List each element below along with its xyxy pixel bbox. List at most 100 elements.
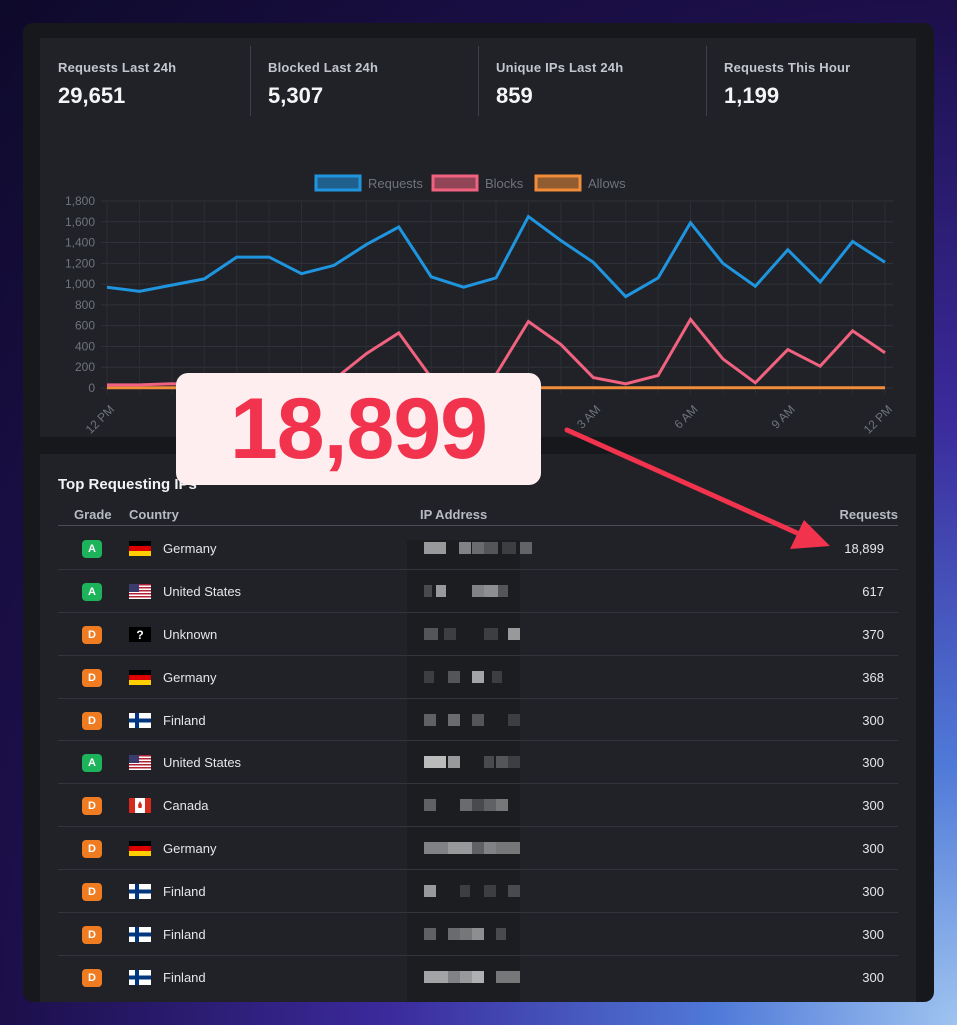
request-count: 617 xyxy=(862,583,884,599)
table-header: Grade Country IP Address Requests xyxy=(58,506,898,526)
grade-badge: D xyxy=(82,797,102,816)
table-row[interactable]: A Germany 18,899 xyxy=(58,527,898,570)
y-tick-label: 200 xyxy=(75,360,95,374)
legend-swatch xyxy=(431,174,479,192)
ip-address-redacted xyxy=(424,882,534,900)
grade-badge: D xyxy=(82,625,102,644)
request-count: 300 xyxy=(862,755,884,771)
country-name: United States xyxy=(163,755,242,771)
stat-label: Requests This Hour xyxy=(724,60,851,75)
country-name: Germany xyxy=(163,841,217,857)
y-tick-label: 1,400 xyxy=(65,236,95,250)
y-tick-label: 800 xyxy=(75,298,95,312)
callout-value: 18,899 xyxy=(229,381,488,477)
request-count: 300 xyxy=(862,969,884,985)
highlight-callout: 18,899 xyxy=(176,373,541,485)
y-tick-label: 1,000 xyxy=(65,277,95,291)
request-count: 300 xyxy=(862,712,884,728)
germany-flag-icon xyxy=(129,541,151,556)
legend-swatch xyxy=(314,174,362,192)
grade-badge: A xyxy=(82,754,102,773)
table-row[interactable]: A United States 300 xyxy=(58,741,898,785)
header-requests[interactable]: Requests xyxy=(839,507,898,522)
country-name: Finland xyxy=(163,969,206,985)
table-row[interactable]: A United States 617 xyxy=(58,570,898,613)
grade-badge: D xyxy=(82,968,102,987)
finland-flag-icon xyxy=(129,969,151,985)
stats-bar: Requests Last 24h 29,651 Blocked Last 24… xyxy=(40,38,916,150)
y-tick-label: 400 xyxy=(75,339,95,353)
ip-address-redacted xyxy=(424,753,534,771)
stat-requests-24h: Requests Last 24h 29,651 xyxy=(40,38,250,150)
header-ip[interactable]: IP Address xyxy=(420,507,487,522)
stat-label: Blocked Last 24h xyxy=(268,60,379,75)
request-count: 300 xyxy=(862,841,884,857)
dashboard-panel: Requests Last 24h 29,651 Blocked Last 24… xyxy=(23,23,934,1002)
finland-flag-icon xyxy=(129,927,151,943)
legend-label: Requests xyxy=(368,176,423,191)
request-count: 18,899 xyxy=(844,541,884,556)
germany-flag-icon xyxy=(129,669,151,685)
country-name: Unknown xyxy=(163,626,218,642)
ip-address-redacted xyxy=(424,968,534,986)
country-name: Finland xyxy=(163,712,206,728)
x-tick-label: 12 PM xyxy=(861,402,895,436)
ip-address-redacted xyxy=(424,925,534,943)
country-name: Canada xyxy=(163,798,209,814)
header-country[interactable]: Country xyxy=(129,507,179,522)
grade-badge: D xyxy=(82,926,102,945)
country-name: Germany xyxy=(163,669,217,685)
usa-flag-icon xyxy=(129,755,151,771)
stat-divider xyxy=(706,46,707,116)
header-grade[interactable]: Grade xyxy=(74,507,112,522)
country-name: United States xyxy=(163,583,242,599)
stat-label: Requests Last 24h xyxy=(58,60,177,75)
y-tick-label: 1,800 xyxy=(65,194,95,208)
country-name: Germany xyxy=(163,541,217,556)
grade-badge: A xyxy=(82,582,102,601)
unknown-flag-icon: ? xyxy=(129,626,151,642)
ip-address-redacted xyxy=(424,796,534,814)
grade-badge: A xyxy=(82,540,102,558)
request-count: 300 xyxy=(862,884,884,900)
ip-address-redacted xyxy=(424,582,534,600)
ip-address-redacted xyxy=(424,668,534,686)
table-row[interactable]: D Finland 300 xyxy=(58,956,898,999)
stat-divider xyxy=(250,46,251,116)
table-row[interactable]: D Finland 300 xyxy=(58,699,898,742)
request-count: 300 xyxy=(862,798,884,814)
ip-address-redacted xyxy=(424,711,534,729)
germany-flag-icon xyxy=(129,841,151,857)
stat-value: 859 xyxy=(496,83,533,108)
grade-badge: D xyxy=(82,883,102,902)
stat-value: 29,651 xyxy=(58,83,126,108)
stat-value: 5,307 xyxy=(268,83,324,108)
y-tick-label: 1,200 xyxy=(65,256,95,270)
request-count: 300 xyxy=(862,927,884,943)
y-tick-label: 600 xyxy=(75,319,95,333)
table-row[interactable]: D Finland 300 xyxy=(58,913,898,956)
stat-value: 1,199 xyxy=(724,83,780,108)
x-tick-label: 9 AM xyxy=(769,402,798,431)
table-row[interactable]: D Canada 300 xyxy=(58,784,898,828)
grade-badge: D xyxy=(82,711,102,730)
y-tick-label: 0 xyxy=(88,381,95,395)
country-name: Finland xyxy=(163,927,206,943)
stat-blocked-24h: Blocked Last 24h 5,307 xyxy=(250,38,478,150)
usa-flag-icon xyxy=(129,583,151,599)
stat-requests-this-hour: Requests This Hour 1,199 xyxy=(706,38,916,150)
x-tick-label: 6 AM xyxy=(671,402,700,431)
ip-address-redacted xyxy=(424,625,534,643)
table-row[interactable]: D? Unknown 370 xyxy=(58,613,898,656)
canada-flag-icon xyxy=(129,798,151,814)
svg-text:?: ? xyxy=(136,628,143,642)
legend-label: Blocks xyxy=(485,176,524,191)
table-row[interactable]: D Germany 300 xyxy=(58,827,898,871)
finland-flag-icon xyxy=(129,884,151,900)
finland-flag-icon xyxy=(129,712,151,728)
table-row[interactable]: D Germany 368 xyxy=(58,656,898,699)
x-tick-label: 3 AM xyxy=(574,402,603,431)
table-row[interactable]: D Finland 300 xyxy=(58,870,898,914)
stat-label: Unique IPs Last 24h xyxy=(496,60,624,75)
grade-badge: D xyxy=(82,668,102,687)
